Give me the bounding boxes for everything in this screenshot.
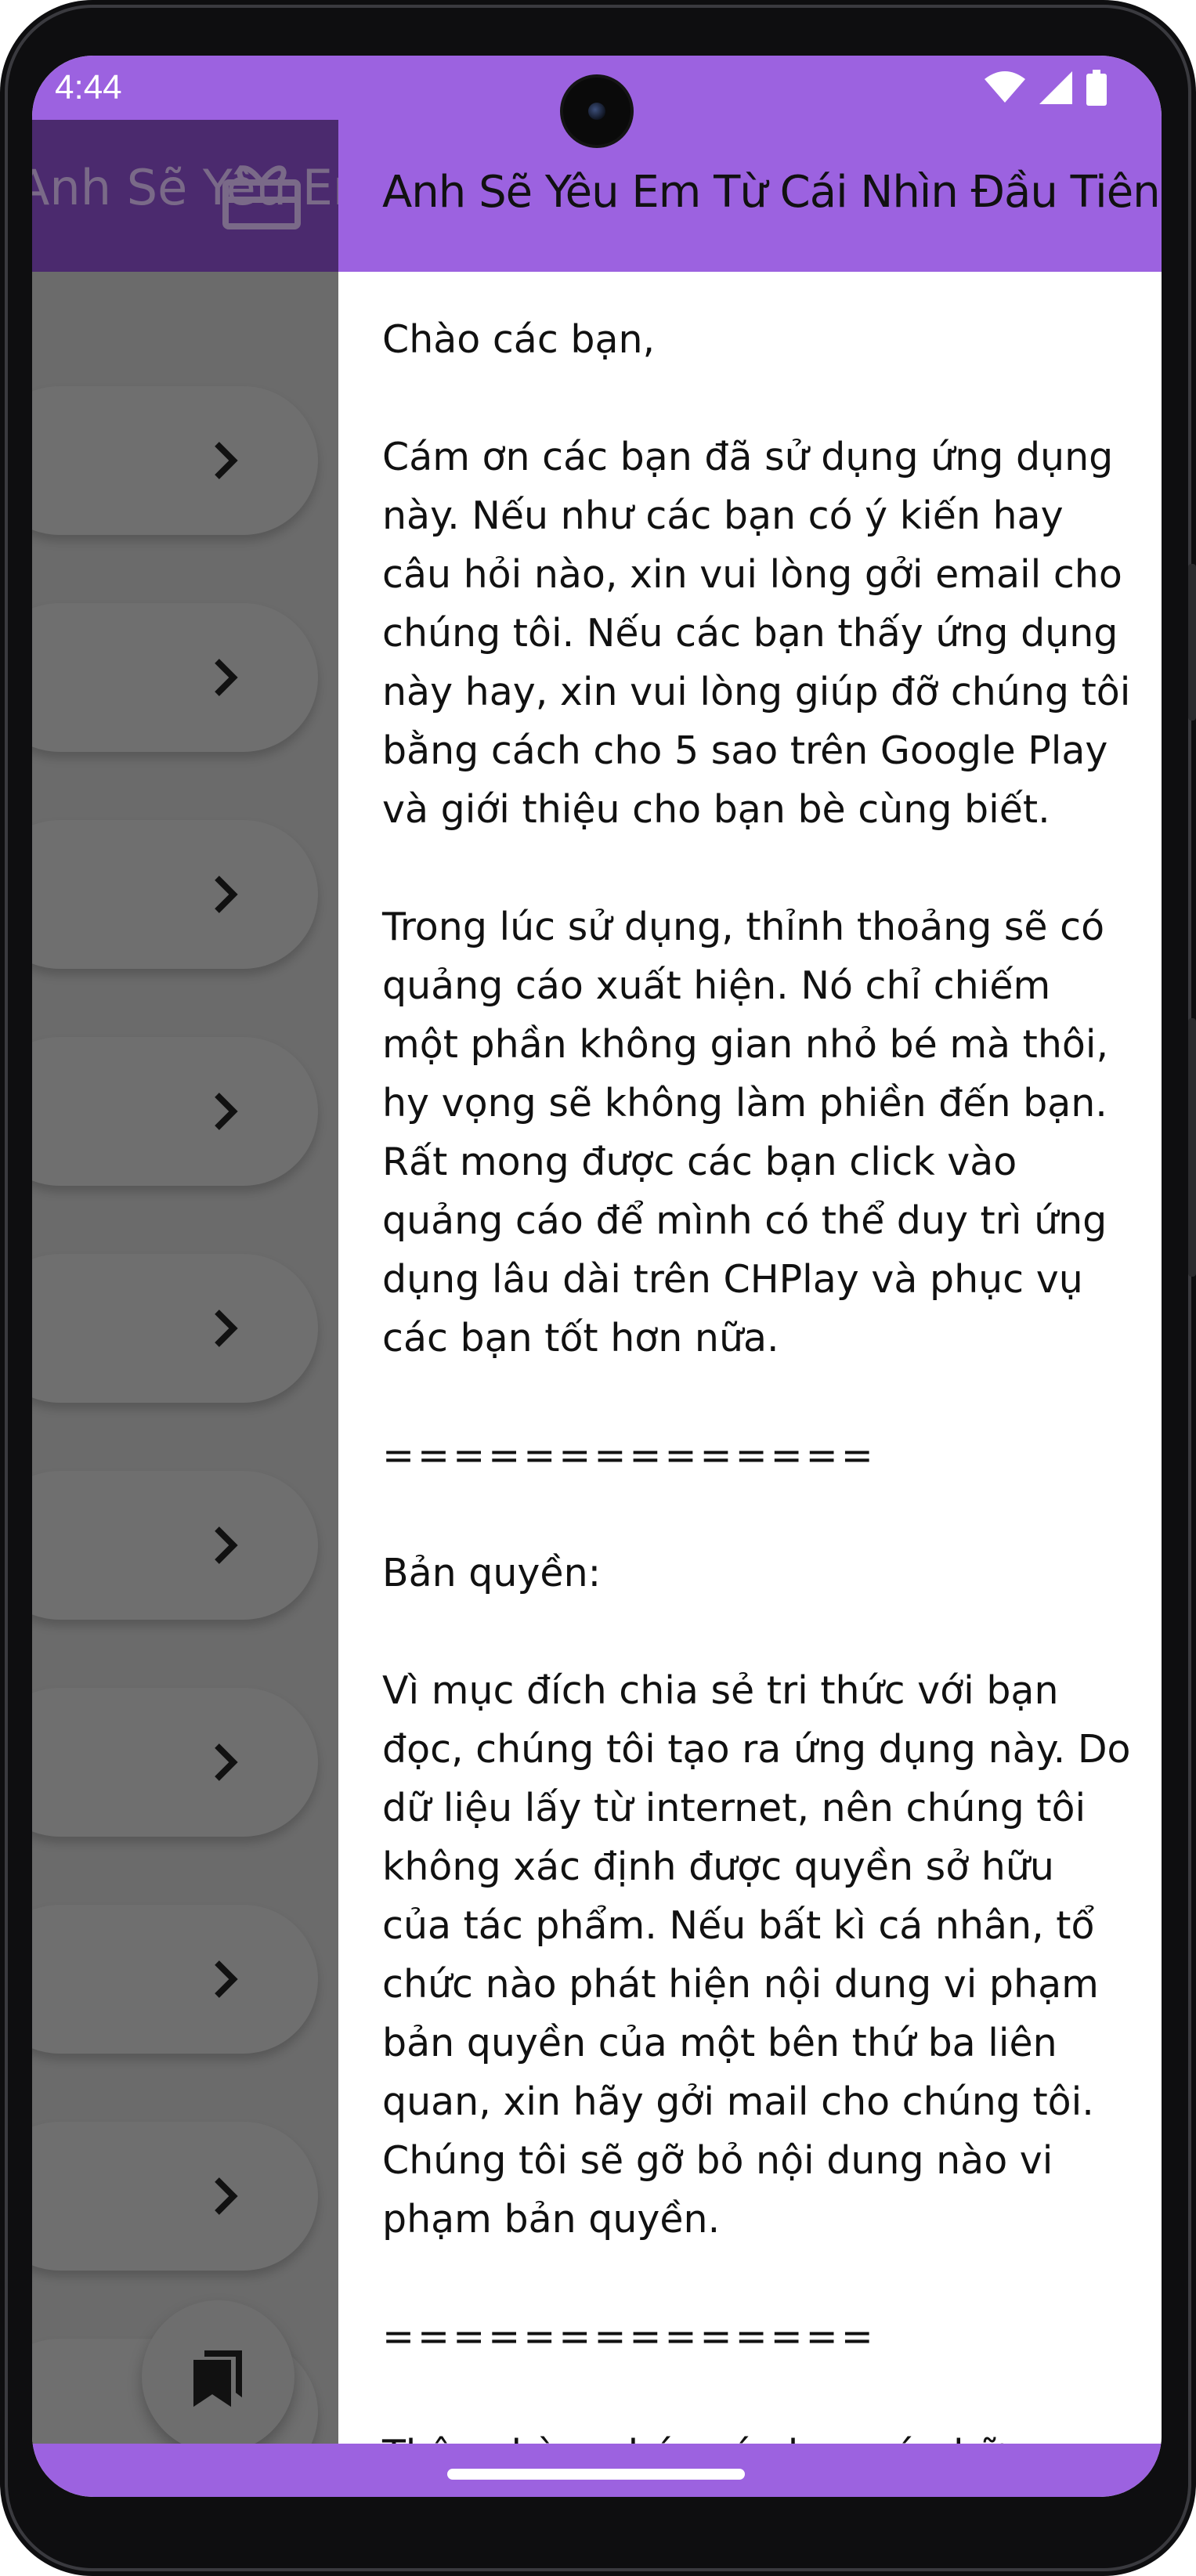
drawer-list-item[interactable] [32, 1688, 318, 1837]
app-bar: Anh Sẽ Yêu Em Từ Cái Nhìn Đầu Tiên [338, 120, 1162, 272]
chevron-right-icon [215, 1310, 238, 1347]
chevron-right-icon [215, 442, 238, 479]
article-heading: Bản quyền: [382, 1551, 602, 1595]
bookmarks-fab[interactable] [142, 2300, 294, 2444]
phone-frame: 4:44 Anh Sẽ Yêu Em Từ Cái Nhìn Đầu Tiên [0, 0, 1196, 2576]
side-drawer[interactable]: Anh Sẽ Yêu Em Từ Cái Nhìn Đầu Tiên [32, 120, 338, 2444]
main-content: Anh Sẽ Yêu Em Từ Cái Nhìn Đầu Tiên Chào … [338, 120, 1162, 2497]
chevron-right-icon [215, 659, 238, 696]
drawer-list-item[interactable] [32, 1037, 318, 1186]
drawer-list-item[interactable] [32, 820, 318, 969]
home-indicator[interactable] [447, 2469, 745, 2480]
article-paragraph: Trong lúc sử dụng, thỉnh thoảng sẽ có qu… [382, 905, 1109, 1360]
front-camera [563, 78, 631, 145]
chevron-right-icon [215, 876, 238, 913]
drawer-list-item[interactable] [32, 2122, 318, 2271]
status-icons [985, 70, 1107, 106]
signal-icon [1039, 71, 1072, 104]
drawer-list-item[interactable] [32, 1254, 318, 1403]
drawer-list-item[interactable] [32, 386, 318, 535]
battery-icon [1086, 70, 1107, 106]
drawer-list-item[interactable] [32, 1905, 318, 2054]
chevron-right-icon [215, 1093, 238, 1130]
article-paragraph: Cám ơn các bạn đã sử dụng ứng dụng này. … [382, 435, 1131, 832]
article-body: Chào các bạn, Cám ơn các bạn đã sử dụng … [382, 310, 1134, 2497]
navigation-bar [32, 2444, 1162, 2497]
wifi-icon [985, 71, 1025, 103]
article-divider: ============== [382, 2314, 876, 2359]
bookmarks-icon [193, 2350, 242, 2407]
article-paragraph: Vì mục đích chia sẻ tri thức với bạn đọc… [382, 1668, 1131, 2242]
screen: 4:44 Anh Sẽ Yêu Em Từ Cái Nhìn Đầu Tiên [32, 56, 1162, 2497]
article-divider: ============== [382, 1433, 876, 1478]
chevron-right-icon [215, 2177, 238, 2215]
article-greeting: Chào các bạn, [382, 317, 656, 362]
drawer-list-item[interactable] [32, 603, 318, 752]
drawer-list-item[interactable] [32, 1471, 318, 1620]
app-bar-title: Anh Sẽ Yêu Em Từ Cái Nhìn Đầu Tiên [382, 167, 1161, 218]
chevron-right-icon [215, 1960, 238, 1998]
volume-button [1188, 1018, 1196, 1277]
chevron-right-icon [215, 1743, 238, 1781]
status-time: 4:44 [55, 68, 122, 107]
gift-icon[interactable] [222, 159, 301, 229]
chevron-right-icon [215, 1526, 238, 1564]
drawer-header: Anh Sẽ Yêu Em Từ Cái Nhìn Đầu Tiên [32, 120, 338, 272]
power-button [1188, 564, 1196, 721]
